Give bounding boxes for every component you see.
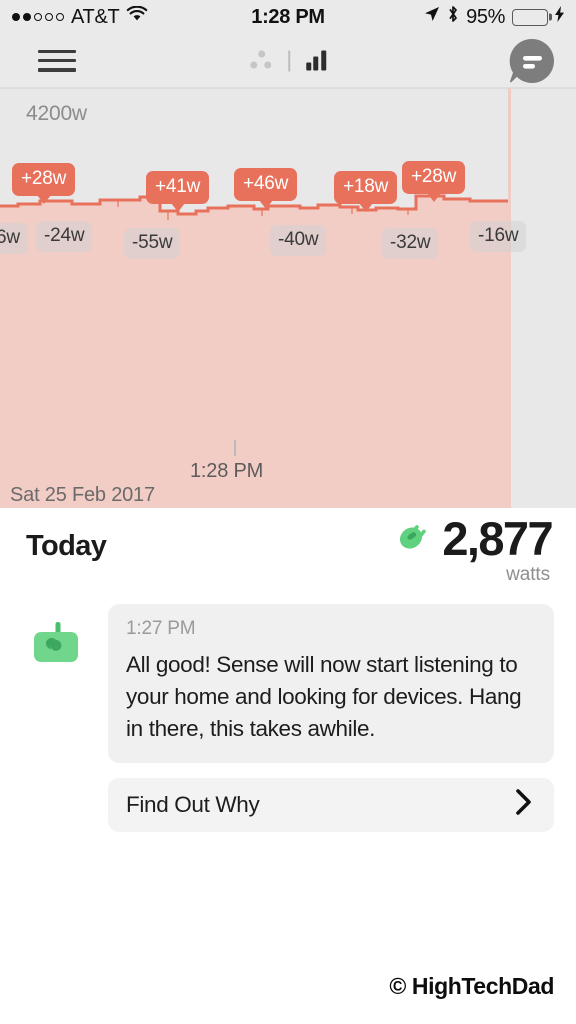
chart-now-marker-line <box>508 88 511 508</box>
message-row: 1:27 PM All good! Sense will now start l… <box>0 604 576 832</box>
chart-waveform <box>0 194 510 508</box>
find-out-why-button[interactable]: Find Out Why <box>108 777 554 832</box>
bluetooth-icon <box>447 5 459 29</box>
chart-annotation-negative[interactable]: -32w <box>382 228 439 259</box>
power-usage-chart[interactable]: 4200w +28w +41w +46w +18w +28w 6w -24w -… <box>0 88 576 508</box>
app-nav-bar <box>0 34 576 88</box>
location-arrow-icon <box>424 6 440 28</box>
nav-tab-group <box>250 50 326 71</box>
current-watts-value: 2,877 <box>442 512 553 565</box>
chart-annotation-positive[interactable]: +28w <box>402 161 466 194</box>
page-title: Today <box>26 530 107 562</box>
messages-chat-bubble-icon[interactable] <box>508 37 556 85</box>
tab-usage-bar-chart-icon[interactable] <box>305 50 326 71</box>
chart-annotation-negative[interactable]: -55w <box>124 228 181 259</box>
tab-devices-bubbles-icon[interactable] <box>250 50 272 71</box>
nav-divider <box>288 50 290 71</box>
status-bar-right: 95% <box>325 5 564 29</box>
chart-annotation-positive[interactable]: +28w <box>12 163 76 196</box>
message-body: All good! Sense will now start listening… <box>126 652 522 741</box>
chart-annotation-positive[interactable]: +46w <box>234 168 298 201</box>
green-plug-icon <box>396 519 430 558</box>
carrier-name: AT&T <box>71 5 120 28</box>
app-root: AT&T 1:28 PM 95% 4200w +28w +41w +46w +1… <box>0 0 576 1024</box>
chart-annotation-negative[interactable]: -16w <box>470 221 527 252</box>
chart-annotation-negative[interactable]: 6w <box>0 223 28 254</box>
ios-status-bar: AT&T 1:28 PM 95% <box>0 0 576 34</box>
chart-axis-time-label: 1:28 PM <box>190 460 264 482</box>
chart-annotation-negative[interactable]: -40w <box>270 225 327 256</box>
current-usage-block: 2,877 watts <box>396 512 554 586</box>
message-column: 1:27 PM All good! Sense will now start l… <box>108 604 554 832</box>
status-bar-left: AT&T <box>12 6 251 29</box>
hamburger-menu-icon[interactable] <box>38 49 76 72</box>
sense-monitor-avatar-icon <box>34 622 86 832</box>
message-bubble: 1:27 PM All good! Sense will now start l… <box>108 604 554 763</box>
status-bar-clock: 1:28 PM <box>251 5 325 28</box>
lightning-bolt-icon <box>555 6 564 28</box>
message-timestamp: 1:27 PM <box>126 618 196 639</box>
chart-annotation-negative[interactable]: -24w <box>36 221 93 252</box>
battery-percentage: 95% <box>466 5 505 28</box>
today-panel: Today 2,877 watts 1:27 PM All good! Sens… <box>0 508 576 1024</box>
battery-icon <box>512 8 548 26</box>
cellular-signal-icon <box>12 13 64 21</box>
chart-axis-date-label: Sat 25 Feb 2017 <box>10 484 155 506</box>
status-bar-center: 1:28 PM <box>251 6 325 29</box>
today-header: Today 2,877 watts <box>0 508 576 586</box>
chart-annotation-positive[interactable]: +41w <box>146 171 210 204</box>
chart-annotation-positive[interactable]: +18w <box>334 171 398 204</box>
find-out-why-label: Find Out Why <box>126 791 260 817</box>
watermark: © HighTechDad <box>389 973 554 999</box>
current-watts-unit: watts <box>506 564 550 586</box>
chevron-right-icon <box>514 788 534 821</box>
wifi-icon <box>126 5 148 28</box>
current-usage-row: 2,877 <box>396 512 554 565</box>
chart-axis-tick <box>234 440 236 456</box>
